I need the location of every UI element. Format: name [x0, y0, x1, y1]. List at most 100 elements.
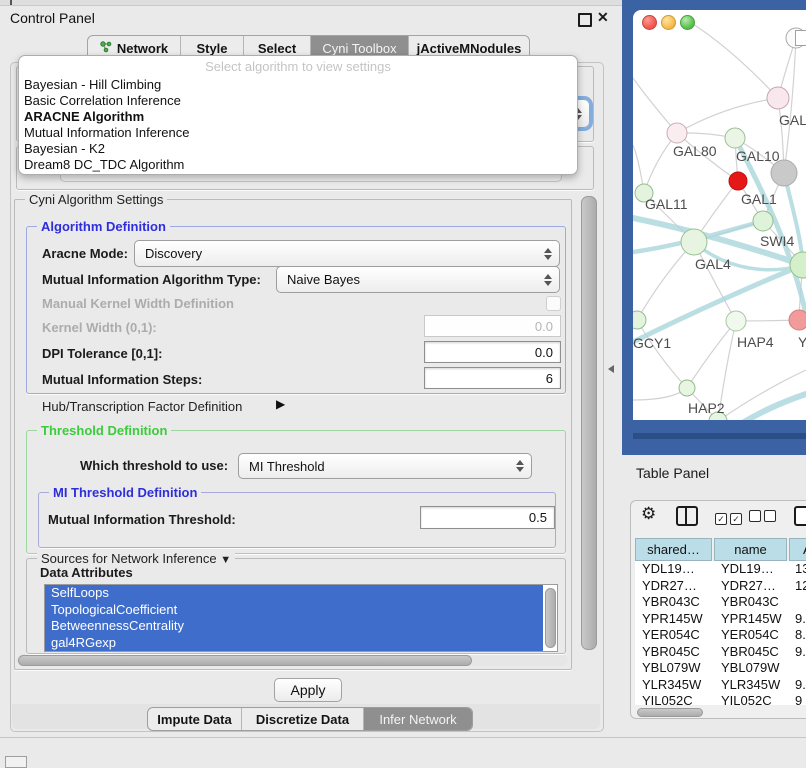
table-row[interactable]: YLR345WYLR345W9. [635, 677, 806, 694]
data-attributes-label: Data Attributes [40, 565, 133, 580]
node-label: GAL4 [695, 256, 731, 272]
algorithm-item[interactable]: Dream8 DC_TDC Algorithm [19, 157, 577, 173]
algorithm-item[interactable]: Bayesian - Hill Climbing [19, 77, 577, 93]
aracne-mode-combo[interactable]: Discovery [134, 240, 560, 267]
combo-stepper-icon [544, 274, 552, 286]
network-canvas[interactable]: GAL GAL80 GAL10 GAL1 GAL11 SWI4 GAL4 GCY… [633, 10, 806, 420]
algorithm-definition-title: Algorithm Definition [37, 219, 170, 234]
settings-hscrollbar[interactable] [18, 655, 472, 666]
gear-icon[interactable]: ⚙ [641, 504, 656, 524]
attribute-item[interactable]: TopologicalCoefficient [45, 602, 543, 619]
bottom-tabbar: Impute Data Discretize Data Infer Networ… [147, 707, 473, 731]
node-label: GAL1 [741, 191, 777, 207]
mi-threshold-input[interactable]: 0.5 [420, 506, 555, 529]
network-canvas-window: GAL GAL80 GAL10 GAL1 GAL11 SWI4 GAL4 GCY… [633, 10, 806, 420]
mi-type-combo[interactable]: Naive Bayes [276, 266, 560, 293]
column-header-shared[interactable]: shared… [635, 538, 712, 561]
attribute-item[interactable]: gal4RGexp [45, 635, 543, 652]
close-traffic-light[interactable] [642, 15, 657, 30]
select-all-checks-icon[interactable]: ✓✓ [715, 509, 742, 527]
table-row[interactable]: YIL052CYIL052C9 [635, 693, 806, 705]
dpi-tolerance-input[interactable]: 0.0 [424, 341, 561, 363]
tab-network-label: Network [117, 41, 168, 56]
sources-title: Sources for Network Inference ▼ [37, 551, 235, 566]
network-node[interactable] [726, 311, 746, 331]
mi-threshold-label: Mutual Information Threshold: [48, 512, 236, 527]
algorithm-item[interactable]: Mutual Information Inference [19, 125, 577, 141]
page-title: Control Panel [10, 10, 95, 26]
collapse-arrow-icon[interactable]: ▼ [220, 554, 231, 566]
node-label: GCY1 [633, 335, 671, 351]
network-node[interactable] [725, 128, 745, 148]
attribute-item[interactable]: SelfLoops [45, 585, 543, 602]
window-bottom-separator [0, 737, 806, 738]
table-row[interactable]: YBL079WYBL079W [635, 660, 806, 677]
table-row[interactable]: YDR27…YDR27…12 [635, 578, 806, 595]
network-node[interactable] [667, 123, 687, 143]
mi-threshold-title: MI Threshold Definition [49, 485, 201, 500]
threshold-definition-title: Threshold Definition [37, 423, 171, 438]
network-node[interactable] [767, 87, 789, 109]
node-label: GAL80 [673, 143, 717, 159]
algorithm-item-selected[interactable]: ARACNE Algorithm [19, 109, 577, 125]
network-node[interactable] [679, 380, 695, 396]
attribute-item[interactable]: BetweennessCentrality [45, 618, 543, 635]
table-row[interactable]: YDL19…YDL19…13 [635, 561, 806, 578]
settings-vscrollbar[interactable] [581, 196, 597, 650]
expand-arrow-icon[interactable]: ▶ [276, 397, 285, 411]
column-header-name[interactable]: name [714, 538, 787, 561]
network-node[interactable] [753, 211, 773, 231]
table-body: YDL19…YDL19…13 YDR27…YDR27…12 YBR043CYBR… [635, 561, 806, 705]
node-label-group: GAL GAL80 GAL10 GAL1 GAL11 SWI4 GAL4 GCY… [633, 112, 806, 416]
panel-splitter-handle[interactable] [608, 365, 614, 373]
network-node[interactable] [729, 172, 747, 190]
node-label: HAP2 [688, 400, 725, 416]
which-threshold-label: Which threshold to use: [80, 458, 228, 473]
attributes-vscrollbar[interactable] [545, 588, 556, 648]
table-panel-title: Table Panel [636, 465, 709, 481]
table-row[interactable]: YBR043CYBR043C [635, 594, 806, 611]
manual-kernel-label: Manual Kernel Width Definition [42, 296, 234, 311]
top-edge-tick [10, 0, 12, 5]
apply-button[interactable]: Apply [274, 678, 342, 702]
zoom-traffic-light[interactable] [680, 15, 695, 30]
algorithm-item[interactable]: Basic Correlation Inference [19, 93, 577, 109]
mi-type-value: Naive Bayes [277, 272, 360, 287]
split-columns-icon[interactable] [676, 506, 698, 526]
table-row[interactable]: YBR045CYBR045C9. [635, 644, 806, 661]
which-threshold-combo[interactable]: MI Threshold [238, 453, 532, 479]
network-node[interactable] [790, 252, 806, 278]
algorithm-item[interactable]: Bayesian - K2 [19, 141, 577, 157]
network-node[interactable] [633, 311, 646, 329]
top-edge-strip [0, 0, 622, 6]
tab-infer-network[interactable]: Infer Network [364, 708, 472, 730]
float-window-icon[interactable] [578, 13, 592, 27]
table-mode-icon[interactable] [794, 506, 806, 526]
tab-impute-data[interactable]: Impute Data [148, 708, 242, 730]
table-panel-body: ⚙ ✓✓ shared… name A YDL19…YDL19…13 YDR27… [630, 500, 806, 719]
network-node[interactable] [789, 310, 806, 330]
network-frame-shadow [633, 433, 806, 439]
tab-discretize-data[interactable]: Discretize Data [242, 708, 364, 730]
table-row[interactable]: YPR145WYPR145W9. [635, 611, 806, 628]
minimize-traffic-light[interactable] [661, 15, 676, 30]
table-hscrollbar[interactable] [637, 708, 703, 717]
close-icon[interactable]: ✕ [597, 9, 609, 26]
hub-definition-label[interactable]: Hub/Transcription Factor Definition [42, 399, 242, 414]
cyni-settings-title: Cyni Algorithm Settings [25, 192, 167, 207]
manual-kernel-checkbox[interactable] [546, 296, 561, 311]
network-node[interactable] [681, 229, 707, 255]
mi-type-label: Mutual Information Algorithm Type: [42, 272, 261, 287]
aracne-mode-value: Discovery [135, 246, 202, 261]
bottom-left-stub-button[interactable] [5, 756, 27, 768]
table-row[interactable]: YER054CYER054C8. [635, 627, 806, 644]
node-label: GAL10 [736, 148, 780, 164]
which-threshold-value: MI Threshold [239, 459, 325, 474]
mi-steps-input[interactable]: 6 [424, 367, 561, 389]
deselect-all-checks-icon[interactable] [749, 509, 776, 527]
column-header-extra[interactable]: A [789, 538, 806, 561]
attributes-list[interactable]: SelfLoops TopologicalCoefficient Between… [44, 584, 558, 652]
node-label: SWI4 [760, 233, 794, 249]
kernel-width-input[interactable]: 0.0 [424, 315, 561, 337]
network-topright-widget[interactable] [795, 30, 806, 46]
